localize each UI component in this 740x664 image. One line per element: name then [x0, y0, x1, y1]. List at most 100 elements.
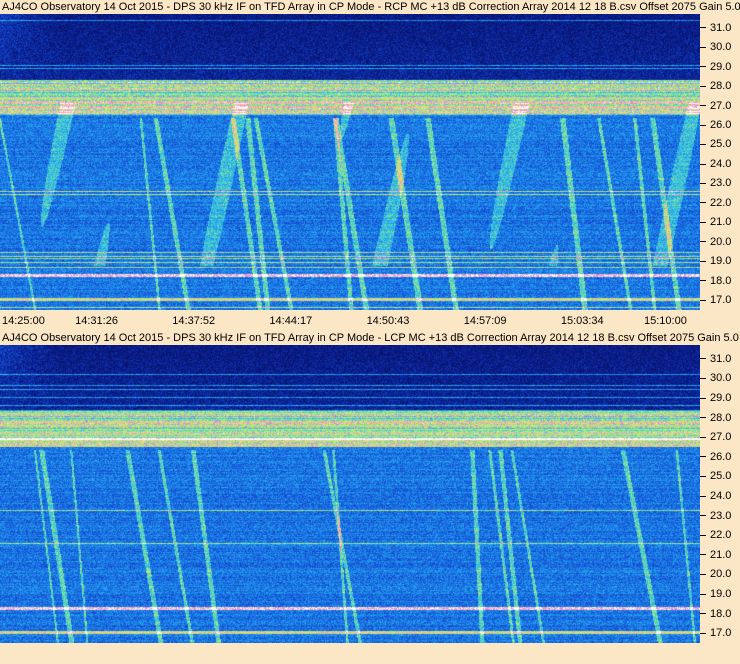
- lcp-ytick-label: 25.0: [700, 470, 731, 482]
- lcp-ytick-text: 30.0: [710, 372, 732, 385]
- rcp-ytick-text: 23.0: [710, 177, 732, 190]
- lcp-ytick-text: 25.0: [710, 470, 732, 483]
- rcp-ytick-text: 29.0: [710, 60, 732, 73]
- lcp-ytick-label: 29.0: [700, 392, 731, 404]
- rcp-ytick-text: 24.0: [710, 157, 732, 170]
- tick-mark: [700, 66, 706, 68]
- xtick-label: 14:50:43: [366, 315, 410, 327]
- rcp-spectrogram: [0, 14, 700, 310]
- tick-mark: [700, 183, 706, 184]
- lcp-ytick-text: 22.0: [710, 529, 732, 542]
- lcp-ytick-text: 27.0: [710, 431, 732, 444]
- lcp-ytick-label: 30.0: [700, 372, 731, 384]
- rcp-ytick-label: 22.0: [700, 197, 731, 209]
- rcp-ytick-text: 28.0: [710, 80, 732, 93]
- lcp-ytick-label: 24.0: [700, 490, 731, 502]
- lcp-ytick-text: 17.0: [710, 627, 732, 640]
- rcp-ytick-label: 21.0: [700, 216, 731, 228]
- rcp-ytick-text: 18.0: [710, 274, 732, 287]
- rcp-ytick-label: 25.0: [700, 138, 731, 150]
- rcp-ytick-text: 25.0: [710, 138, 732, 151]
- tick-mark: [700, 144, 706, 146]
- tick-mark: [700, 163, 706, 165]
- rcp-ytick-label: 24.0: [700, 158, 731, 170]
- rcp-frequency-axis: 31.0 30.0 29.0 28.0 27.0 26.0 25.0 24.0 23.0 22.0…: [700, 14, 740, 310]
- rcp-ytick-text: 26.0: [710, 119, 732, 131]
- rcp-ytick-text: 19.0: [710, 255, 732, 268]
- lcp-ytick-label: 17.0: [700, 627, 731, 639]
- lcp-panel: AJ4CO Observatory 14 Oct 2015 - DPS 30 k…: [0, 331, 740, 664]
- lcp-ytick-label: 23.0: [700, 510, 731, 522]
- lcp-ytick-label: 22.0: [700, 529, 731, 541]
- xtick-label: 15:03:34: [560, 315, 604, 327]
- rcp-ytick-label: 30.0: [700, 41, 731, 53]
- tick-mark: [700, 46, 706, 48]
- tick-mark: [700, 27, 706, 29]
- tick-mark: [700, 299, 706, 301]
- lcp-ytick-label: 21.0: [700, 549, 731, 561]
- xtick-label: 14:37:52: [172, 315, 216, 327]
- lcp-ytick-text: 20.0: [710, 568, 732, 581]
- tick-mark: [700, 554, 706, 556]
- lcp-frequency-axis: 31.0 30.0 29.0 28.0 27.0 26.0 25.0 24.0 23.0 22.0…: [700, 345, 740, 643]
- rcp-ytick-label: 23.0: [700, 177, 731, 189]
- lcp-ytick-label: 28.0: [700, 412, 731, 424]
- tick-mark: [700, 436, 706, 438]
- lcp-ytick-text: 26.0: [710, 450, 732, 463]
- lcp-ytick-label: 20.0: [700, 568, 731, 580]
- tick-mark: [700, 377, 706, 379]
- rcp-ytick-label: 18.0: [700, 275, 731, 287]
- tick-mark: [700, 613, 706, 615]
- rcp-ytick-text: 20.0: [710, 235, 732, 248]
- tick-mark: [700, 124, 706, 126]
- rcp-spectrogram-canvas: [0, 14, 700, 310]
- tick-mark: [700, 456, 706, 458]
- xtick-label: 14:25:00: [2, 315, 45, 327]
- lcp-ytick-text: 19.0: [710, 587, 732, 600]
- rcp-ytick-label: 19.0: [700, 255, 731, 267]
- lcp-ytick-text: 28.0: [710, 411, 732, 424]
- tick-mark: [700, 495, 706, 497]
- rcp-ytick-label: 29.0: [700, 61, 731, 73]
- tick-mark: [700, 475, 706, 477]
- lcp-ytick-label: 31.0: [700, 353, 731, 365]
- lcp-ytick-label: 26.0: [700, 451, 731, 463]
- lcp-title: AJ4CO Observatory 14 Oct 2015 - DPS 30 k…: [2, 332, 739, 344]
- rcp-ytick-text: 31.0: [710, 21, 732, 34]
- rcp-ytick-label: 27.0: [700, 100, 731, 112]
- rcp-ytick-label: 20.0: [700, 236, 731, 248]
- rcp-panel: AJ4CO Observatory 14 Oct 2015 - DPS 30 k…: [0, 0, 740, 330]
- lcp-ytick-text: 18.0: [710, 607, 732, 620]
- rcp-title: AJ4CO Observatory 14 Oct 2015 - DPS 30 k…: [2, 1, 740, 13]
- xtick-label: 14:44:17: [269, 315, 313, 327]
- rcp-ytick-text: 30.0: [710, 41, 732, 54]
- time-axis: 14:25:00 14:31:26 14:37:52 14:44:17 14:50:43…: [0, 312, 740, 330]
- rcp-ytick-label: 28.0: [700, 80, 731, 92]
- rcp-ytick-text: 17.0: [710, 294, 732, 307]
- tick-mark: [700, 593, 706, 595]
- tick-mark: [700, 534, 706, 536]
- lcp-ytick-text: 29.0: [710, 391, 732, 404]
- xtick-label: 15:10:00: [644, 315, 687, 327]
- lcp-ytick-text: 21.0: [710, 548, 732, 561]
- lcp-ytick-text: 24.0: [710, 489, 732, 502]
- rcp-ytick-label: 31.0: [700, 22, 731, 34]
- lcp-ytick-label: 19.0: [700, 588, 731, 600]
- tick-mark: [700, 358, 706, 360]
- tick-mark: [700, 105, 706, 107]
- rcp-ytick-label: 26.0: [700, 119, 731, 131]
- tick-mark: [700, 573, 706, 575]
- tick-mark: [700, 515, 706, 517]
- lcp-ytick-text: 23.0: [710, 509, 732, 522]
- tick-mark: [700, 202, 706, 204]
- tick-mark: [700, 397, 706, 399]
- tick-mark: [700, 221, 706, 223]
- tick-mark: [700, 241, 706, 243]
- lcp-ytick-label: 18.0: [700, 608, 731, 620]
- rcp-ytick-text: 22.0: [710, 196, 732, 209]
- xtick-label: 14:57:09: [463, 315, 507, 327]
- tick-mark: [700, 260, 706, 262]
- lcp-spectrogram: [0, 345, 700, 643]
- tick-mark: [700, 417, 706, 419]
- tick-mark: [700, 632, 706, 634]
